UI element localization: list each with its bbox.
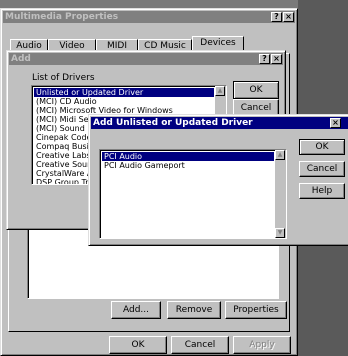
unlisted-scroll-down-arrow[interactable]: ▼ [275, 228, 285, 238]
list-item[interactable]: (MCI) CD Audio [34, 97, 214, 106]
unlisted-close-title-button[interactable]: × [330, 118, 341, 128]
add-device-label: Add... [122, 305, 149, 315]
unlisted-ok-label: OK [315, 142, 329, 152]
main-cancel-button[interactable]: Cancel [171, 336, 229, 354]
list-item[interactable]: Unlisted or Updated Driver [34, 88, 214, 97]
help-title-button[interactable]: ? [271, 12, 282, 22]
multimedia-title-bar[interactable]: Multimedia Properties ? × [3, 11, 295, 23]
remove-device-label: Remove [175, 305, 213, 315]
main-apply-label: Apply [249, 340, 275, 350]
main-cancel-label: Cancel [184, 340, 216, 350]
multimedia-title: Multimedia Properties [5, 12, 119, 22]
scroll-up-arrow[interactable]: ▲ [215, 86, 225, 96]
main-apply-button[interactable]: Apply [233, 336, 291, 354]
unlisted-driver-listbox[interactable]: PCI Audio PCI Audio Gameport ▲ ▼ [99, 149, 287, 239]
add-device-button[interactable]: Add... [111, 301, 161, 319]
add-title-bar[interactable]: Add ? × [9, 53, 283, 65]
unlisted-scroll-up-arrow[interactable]: ▲ [275, 150, 285, 160]
list-of-drivers-label: List of Drivers [32, 73, 95, 83]
unlisted-help-button[interactable]: Help [299, 183, 345, 199]
properties-button[interactable]: Properties [225, 301, 287, 319]
add-ok-label: OK [249, 85, 263, 95]
main-ok-button[interactable]: OK [109, 336, 167, 354]
remove-device-button[interactable]: Remove [167, 301, 221, 319]
add-close-title-button[interactable]: × [271, 54, 282, 64]
list-item[interactable]: PCI Audio Gameport [102, 161, 274, 170]
close-title-button[interactable]: × [283, 12, 294, 22]
unlisted-cancel-button[interactable]: Cancel [299, 161, 345, 177]
properties-label: Properties [233, 305, 279, 315]
main-ok-label: OK [131, 340, 145, 350]
unlisted-ok-button[interactable]: OK [299, 139, 345, 155]
unlisted-title-bar[interactable]: Add Unlisted or Updated Driver × [91, 117, 348, 129]
add-title: Add [11, 54, 31, 64]
unlisted-title: Add Unlisted or Updated Driver [93, 118, 253, 128]
unlisted-driver-dialog: Add Unlisted or Updated Driver × PCI Aud… [88, 114, 348, 246]
add-ok-button[interactable]: OK [233, 81, 279, 99]
add-help-title-button[interactable]: ? [259, 54, 270, 64]
list-item[interactable]: PCI Audio [102, 152, 274, 161]
unlisted-help-label: Help [311, 186, 333, 196]
unlisted-cancel-label: Cancel [306, 164, 338, 174]
add-cancel-label: Cancel [240, 103, 272, 113]
unlisted-scrollbar[interactable]: ▲ ▼ [275, 150, 286, 238]
